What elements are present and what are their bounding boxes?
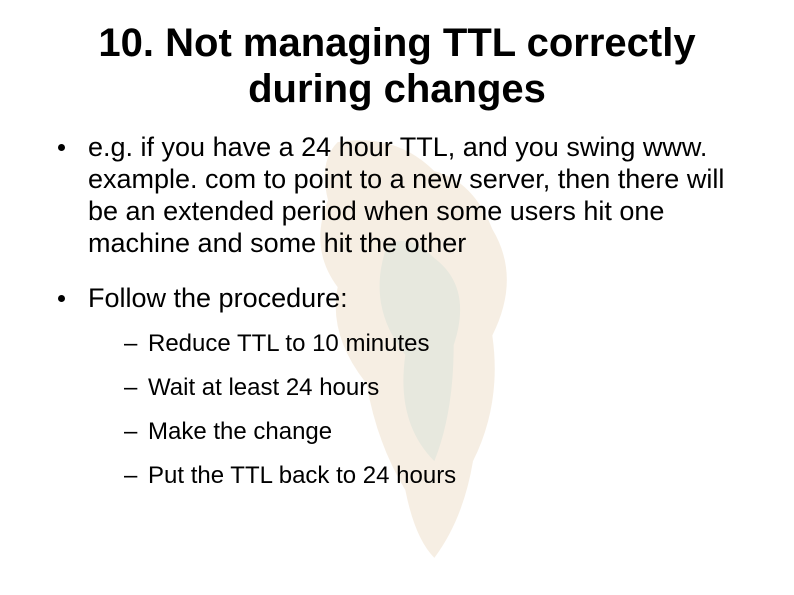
sub-bullet-text: Make the change	[148, 418, 332, 445]
sub-bullet-text: Reduce TTL to 10 minutes	[148, 330, 429, 357]
bullet-text: e.g. if you have a 24 hour TTL, and you …	[88, 132, 724, 258]
sub-list-item: Put the TTL back to 24 hours	[124, 461, 754, 491]
slide-container: 10. Not managing TTL correctly during ch…	[0, 0, 794, 595]
bullet-list: e.g. if you have a 24 hour TTL, and you …	[30, 132, 764, 491]
sub-bullet-text: Put the TTL back to 24 hours	[148, 462, 456, 489]
sub-bullet-text: Wait at least 24 hours	[148, 374, 379, 401]
slide-title: 10. Not managing TTL correctly during ch…	[70, 20, 724, 112]
list-item: e.g. if you have a 24 hour TTL, and you …	[50, 132, 754, 259]
bullet-text: Follow the procedure:	[88, 283, 348, 313]
sub-list-item: Wait at least 24 hours	[124, 373, 754, 403]
sub-list-item: Make the change	[124, 417, 754, 447]
list-item: Follow the procedure: Reduce TTL to 10 m…	[50, 283, 754, 491]
sub-bullet-list: Reduce TTL to 10 minutes Wait at least 2…	[88, 329, 754, 491]
sub-list-item: Reduce TTL to 10 minutes	[124, 329, 754, 359]
